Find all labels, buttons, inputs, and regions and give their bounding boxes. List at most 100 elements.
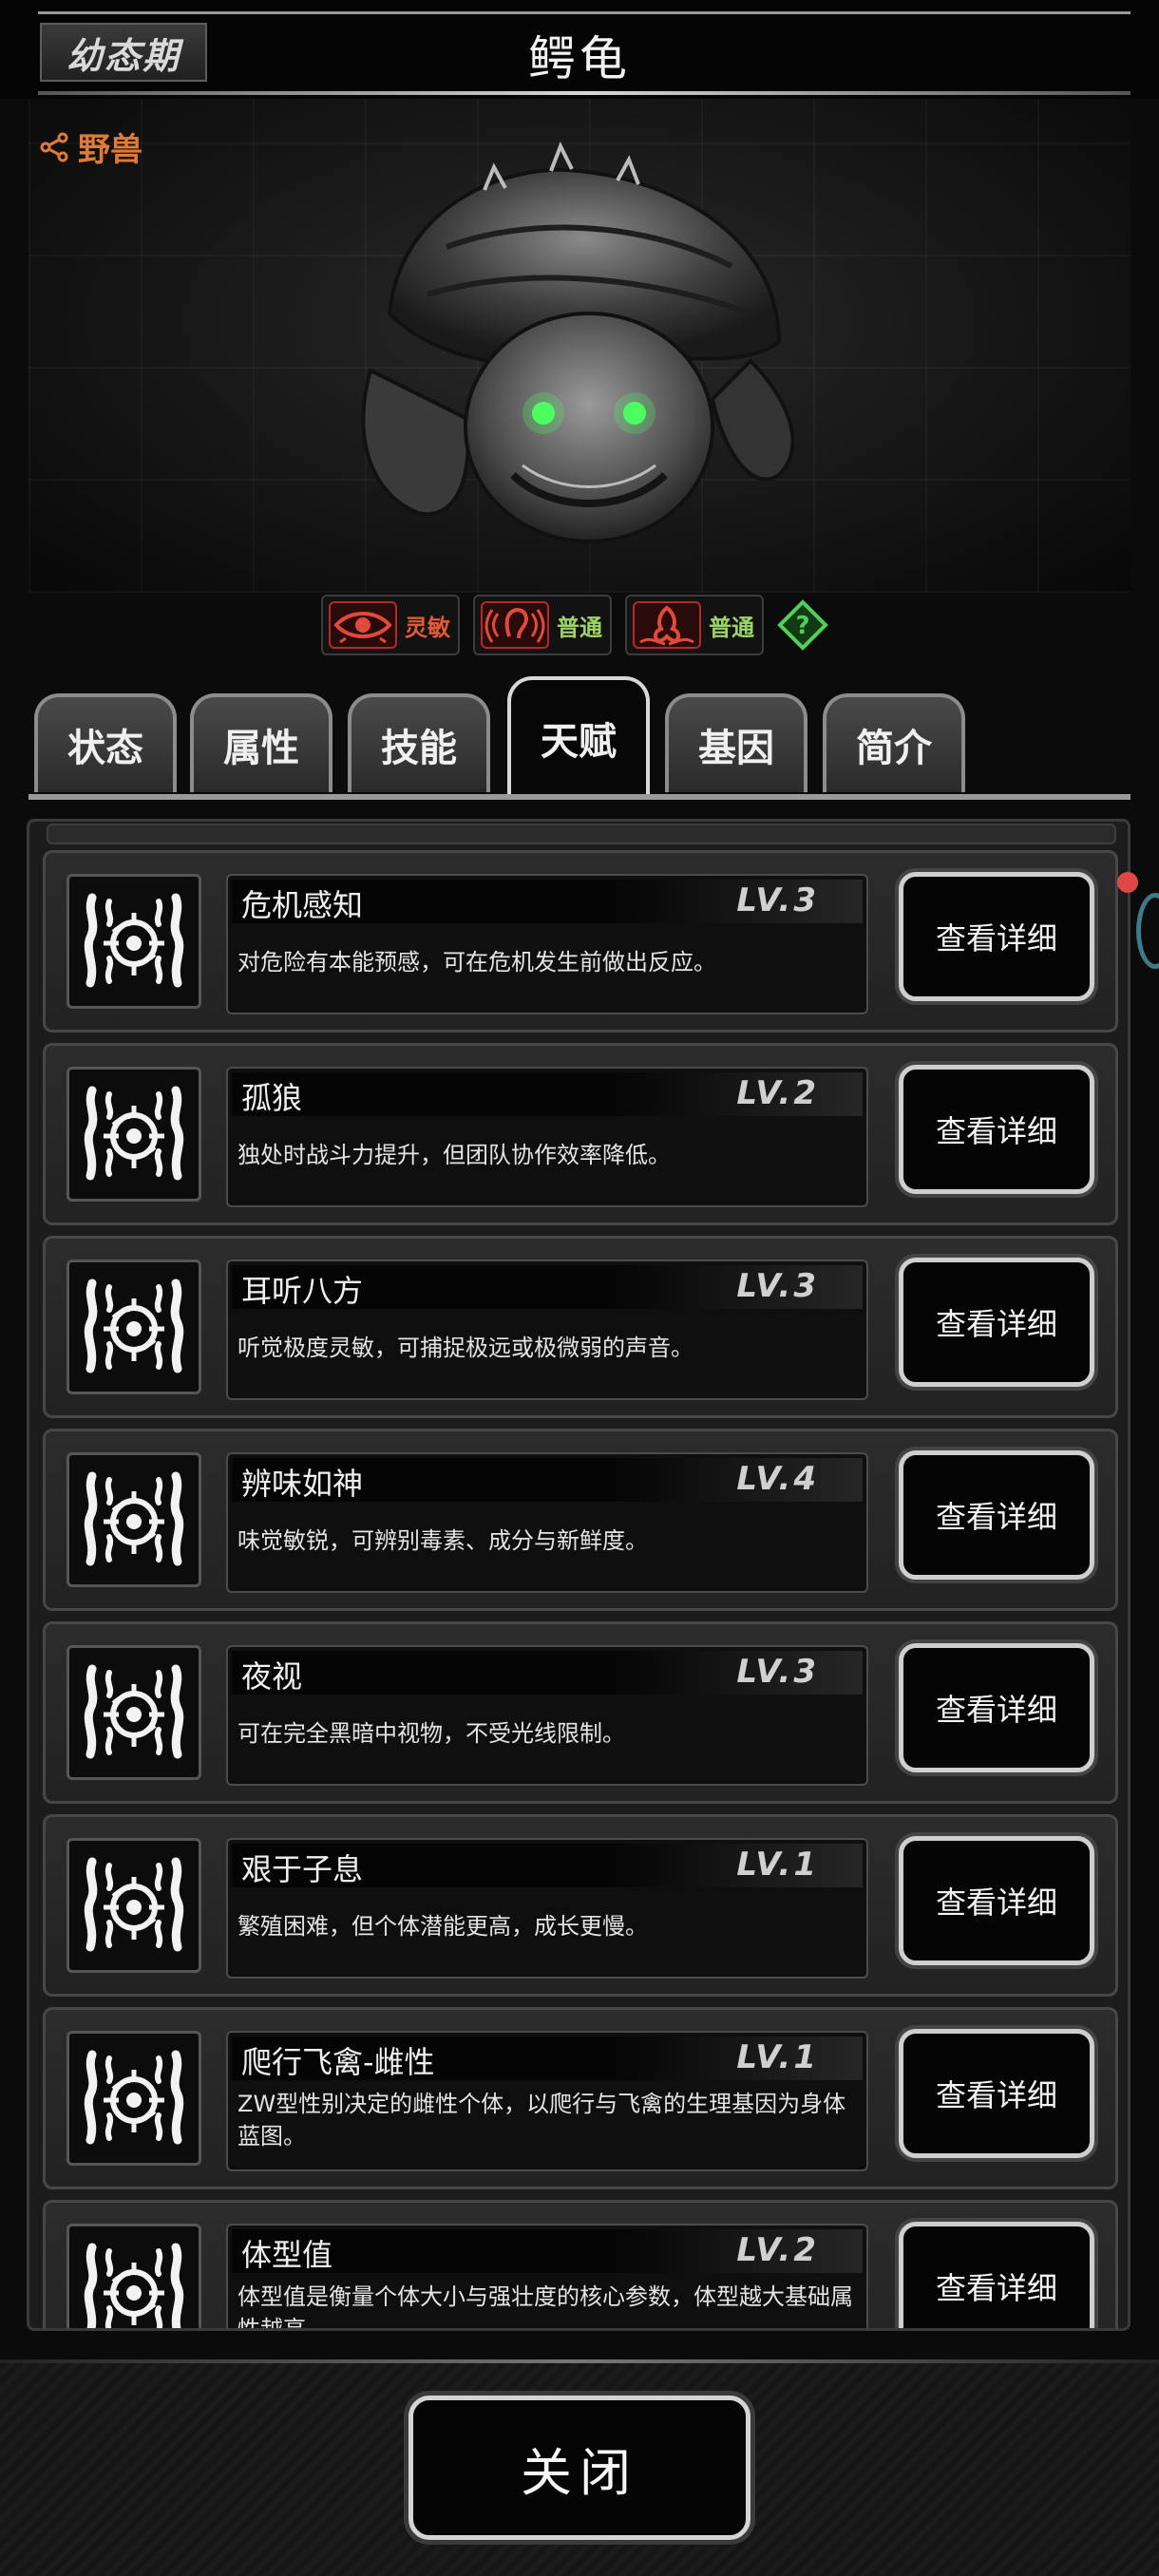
talent-name: 孤狼 — [241, 1080, 303, 1116]
talent-description: 独处时战斗力提升，但团队协作效率降低。 — [238, 1142, 671, 1168]
sense-sight[interactable]: 灵敏 — [321, 595, 460, 655]
talent-description: 可在完全黑暗中视物，不受光线限制。 — [238, 1720, 625, 1747]
sense-hearing-label: 普通 — [557, 614, 602, 641]
talent-emblem-icon — [66, 2224, 201, 2328]
talent-info: 危机感知 LV.3 对危险有本能预感，可在危机发生前做出反应。 — [226, 874, 868, 1014]
panel-top-strip — [47, 824, 1116, 844]
talent-info: 爬行飞禽-雌性 LV.1 ZW型性别决定的雌性个体，以爬行与飞禽的生理基因为身体… — [226, 2031, 868, 2171]
talent-emblem-graphic — [83, 2047, 185, 2150]
sense-sight-icon-box — [329, 601, 397, 649]
tab-attributes[interactable]: 属性 — [190, 693, 332, 792]
close-button[interactable]: 关闭 — [408, 2396, 750, 2540]
view-details-button[interactable]: 查看详细 — [899, 1643, 1094, 1772]
talent-title-bar: 爬行飞禽-雌性 LV.1 — [232, 2036, 863, 2080]
talent-card: 夜视 LV.3 可在完全黑暗中视物，不受光线限制。 查看详细 — [43, 1621, 1118, 1804]
talent-title-bar: 体型值 LV.2 — [232, 2229, 863, 2273]
talent-title-bar: 危机感知 LV.3 — [232, 880, 863, 923]
talent-card: 孤狼 LV.2 独处时战斗力提升，但团队协作效率降低。 查看详细 — [43, 1043, 1118, 1225]
talent-description: 对危险有本能预感，可在危机发生前做出反应。 — [238, 949, 716, 975]
senses-row: 灵敏 普通 普通 ? — [321, 595, 828, 655]
talent-level: LV.4 — [736, 1460, 819, 1498]
talent-emblem-icon — [66, 1645, 201, 1780]
talent-name: 夜视 — [241, 1658, 303, 1695]
sense-smell-label: 普通 — [709, 614, 754, 641]
tab-status[interactable]: 状态 — [34, 693, 177, 792]
talent-emblem-graphic — [83, 1661, 185, 1764]
talent-level: LV.1 — [736, 1846, 819, 1884]
talent-emblem-graphic — [83, 2240, 185, 2328]
talent-level: LV.3 — [736, 1267, 819, 1305]
talent-card: 辨味如神 LV.4 味觉敏锐，可辨别毒素、成分与新鲜度。 查看详细 — [43, 1429, 1118, 1611]
talent-level: LV.1 — [736, 2038, 819, 2076]
talent-emblem-icon — [66, 1067, 201, 1202]
sense-hearing-icon-box — [481, 601, 549, 649]
talent-card: 爬行飞禽-雌性 LV.1 ZW型性别决定的雌性个体，以爬行与飞禽的生理基因为身体… — [43, 2007, 1118, 2189]
tab-bar-baseline — [28, 794, 1130, 800]
view-details-button[interactable]: 查看详细 — [899, 1258, 1094, 1387]
talent-title-bar: 孤狼 LV.2 — [232, 1072, 863, 1116]
talent-emblem-icon — [66, 1260, 201, 1394]
svg-text:?: ? — [795, 612, 809, 640]
creature-category-label: 野兽 — [78, 131, 142, 169]
talent-name: 艰于子息 — [241, 1851, 364, 1887]
talent-name: 耳听八方 — [241, 1273, 364, 1309]
view-details-button[interactable]: 查看详细 — [899, 1450, 1094, 1580]
sense-hearing[interactable]: 普通 — [473, 595, 612, 655]
header-bottom-rule — [38, 91, 1130, 95]
help-icon: ? — [777, 599, 828, 651]
talent-card: 危机感知 LV.3 对危险有本能预感，可在危机发生前做出反应。 查看详细 — [43, 850, 1118, 1032]
talent-info: 体型值 LV.2 体型值是衡量个体大小与强壮度的核心参数，体型越大基础属性越高。 — [226, 2224, 868, 2331]
talent-emblem-graphic — [83, 1468, 185, 1571]
sense-smell[interactable]: 普通 — [625, 595, 764, 655]
talent-level: LV.3 — [736, 881, 819, 919]
talent-info: 辨味如神 LV.4 味觉敏锐，可辨别毒素、成分与新鲜度。 — [226, 1452, 868, 1593]
notification-dot — [1117, 872, 1138, 893]
senses-help-button[interactable]: ? — [777, 599, 828, 651]
view-details-button[interactable]: 查看详细 — [899, 1836, 1094, 1965]
smell-icon — [639, 605, 694, 646]
tab-intro[interactable]: 简介 — [823, 693, 965, 792]
tab-talents[interactable]: 天赋 — [507, 676, 650, 796]
tab-genes[interactable]: 基因 — [665, 693, 808, 792]
talent-description: 味觉敏锐，可辨别毒素、成分与新鲜度。 — [238, 1527, 648, 1554]
talent-info: 耳听八方 LV.3 听觉极度灵敏，可捕捉极远或极微弱的声音。 — [226, 1260, 868, 1400]
view-details-button[interactable]: 查看详细 — [899, 1065, 1094, 1194]
talent-emblem-graphic — [83, 1083, 185, 1185]
talent-level: LV.3 — [736, 1653, 819, 1691]
creature-name: 鳄龟 — [528, 31, 631, 86]
view-details-button[interactable]: 查看详细 — [899, 2222, 1094, 2328]
talent-description: 听觉极度灵敏，可捕捉极远或极微弱的声音。 — [238, 1335, 694, 1361]
talent-card: 体型值 LV.2 体型值是衡量个体大小与强壮度的核心参数，体型越大基础属性越高。… — [43, 2200, 1118, 2331]
talent-list-panel[interactable]: 危机感知 LV.3 对危险有本能预感，可在危机发生前做出反应。 查看详细 孤狼 … — [27, 819, 1130, 2331]
talent-description: ZW型性别决定的雌性个体，以爬行与飞禽的生理基因为身体蓝图。 — [238, 2091, 846, 2150]
header-top-rule — [38, 11, 1130, 14]
snapping-turtle-illustration — [361, 142, 795, 543]
talent-emblem-graphic — [83, 1276, 185, 1378]
eye-icon — [333, 612, 392, 644]
talent-info: 艰于子息 LV.1 繁殖困难，但个体潜能更高，成长更慢。 — [226, 1838, 868, 1979]
tab-bar: 状态 属性 技能 天赋 基因 简介 — [0, 665, 1159, 798]
sense-smell-icon-box — [633, 601, 701, 649]
share-icon — [40, 132, 68, 161]
share-button[interactable]: 野兽 — [38, 123, 142, 170]
talent-title-bar: 辨味如神 LV.4 — [232, 1458, 863, 1502]
view-details-button[interactable]: 查看详细 — [899, 2029, 1094, 2158]
talent-level: LV.2 — [736, 2231, 819, 2269]
talent-name: 危机感知 — [241, 887, 364, 923]
talent-title-bar: 艰于子息 LV.1 — [232, 1844, 863, 1887]
talent-name: 爬行飞禽-雌性 — [241, 2044, 435, 2080]
talent-level: LV.2 — [736, 1074, 819, 1112]
talent-title-bar: 夜视 LV.3 — [232, 1651, 863, 1695]
talent-emblem-icon — [66, 2031, 201, 2166]
talent-name: 体型值 — [241, 2237, 333, 2273]
view-details-button[interactable]: 查看详细 — [899, 872, 1094, 1001]
talent-card: 艰于子息 LV.1 繁殖困难，但个体潜能更高，成长更慢。 查看详细 — [43, 1814, 1118, 1997]
talent-emblem-graphic — [83, 890, 185, 993]
talent-description: 繁殖困难，但个体潜能更高，成长更慢。 — [238, 1913, 648, 1940]
side-handle[interactable] — [1136, 893, 1159, 969]
talent-description: 体型值是衡量个体大小与强壮度的核心参数，体型越大基础属性越高。 — [238, 2283, 853, 2331]
tab-skills[interactable]: 技能 — [348, 693, 490, 792]
talent-card: 耳听八方 LV.3 听觉极度灵敏，可捕捉极远或极微弱的声音。 查看详细 — [43, 1236, 1118, 1418]
talent-emblem-icon — [66, 1452, 201, 1587]
talent-emblem-icon — [66, 874, 201, 1009]
